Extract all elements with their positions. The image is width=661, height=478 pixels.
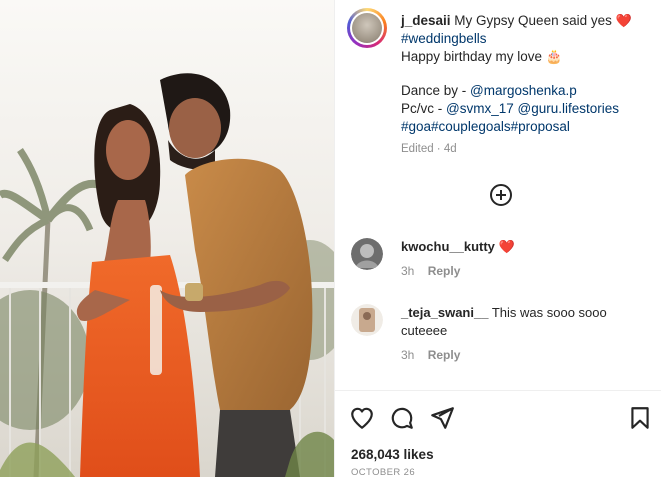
author-avatar[interactable] bbox=[347, 8, 387, 48]
hashtag-weddingbells[interactable]: #weddingbells bbox=[401, 30, 653, 48]
comment-icon[interactable] bbox=[389, 405, 415, 431]
like-count[interactable]: 268,043 likes bbox=[351, 447, 434, 462]
comment-time: 3h bbox=[401, 264, 415, 278]
reply-button[interactable]: Reply bbox=[428, 348, 461, 362]
author-username[interactable]: j_desaii bbox=[401, 13, 451, 28]
commenter-username[interactable]: _teja_swani__ bbox=[401, 305, 488, 320]
commenter-avatar[interactable] bbox=[351, 238, 383, 270]
commenter-username[interactable]: kwochu__kutty bbox=[401, 239, 495, 254]
comment-time: 3h bbox=[401, 348, 415, 362]
mention-margoshenka[interactable]: @margoshenka.p bbox=[470, 83, 577, 98]
post-caption: j_desaii My Gypsy Queen said yes ❤️ #wed… bbox=[401, 12, 653, 158]
post-action-bar: 268,043 likes OCTOBER 26 bbox=[335, 390, 661, 478]
caption-dance-by: Dance by - bbox=[401, 83, 471, 98]
bookmark-icon[interactable] bbox=[627, 405, 653, 431]
edited-timestamp: Edited · 4d bbox=[401, 143, 457, 155]
post-date: OCTOBER 26 bbox=[351, 467, 416, 478]
plus-circle-icon[interactable] bbox=[490, 184, 512, 206]
post-image[interactable] bbox=[0, 0, 334, 477]
commenter-avatar[interactable] bbox=[351, 304, 383, 336]
cake-emoji: 🎂 bbox=[545, 49, 563, 64]
heart-icon[interactable] bbox=[349, 405, 375, 431]
mention-photographers[interactable]: @svmx_17 @guru.lifestories bbox=[446, 101, 619, 116]
caption-pcvc: Pc/vc - bbox=[401, 101, 447, 116]
photo-couple-illustration bbox=[0, 0, 334, 477]
reply-button[interactable]: Reply bbox=[428, 264, 461, 278]
heart-emoji: ❤️ bbox=[498, 239, 515, 254]
caption-birthday: Happy birthday my love bbox=[401, 49, 543, 64]
caption-text: My Gypsy Queen said yes bbox=[454, 13, 612, 28]
hashtags-goa[interactable]: #goa#couplegoals#proposal bbox=[401, 118, 653, 136]
post-side-panel: j_desaii My Gypsy Queen said yes ❤️ #wed… bbox=[334, 0, 661, 478]
heart-emoji: ❤️ bbox=[615, 13, 632, 28]
share-icon[interactable] bbox=[429, 405, 455, 431]
